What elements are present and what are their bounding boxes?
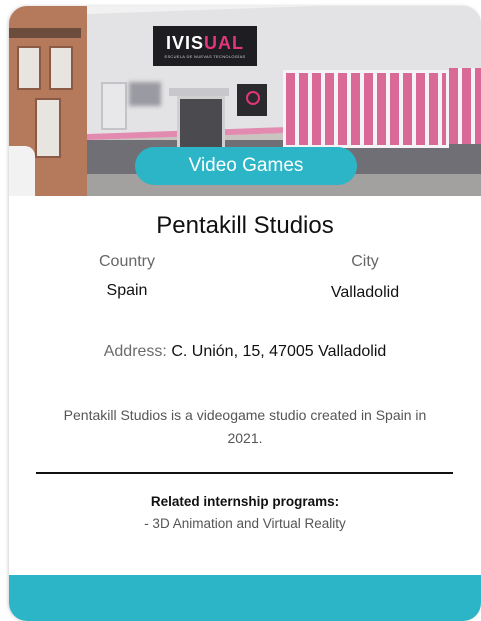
photo-shop-window — [449, 68, 481, 144]
photo-side-window — [101, 82, 127, 130]
company-title: Pentakill Studios — [156, 212, 334, 239]
school-sign: IVISUAL ESCUELA DE NUEVAS TECNOLOGÍAS — [153, 26, 257, 66]
related-program-item[interactable]: - 3D Animation and Virtual Reality — [9, 516, 481, 531]
company-description: Pentakill Studios is a videogame studio … — [63, 407, 427, 446]
country-value: Spain — [106, 282, 148, 299]
company-card: IVISUAL ESCUELA DE NUEVAS TECNOLOGÍAS Vi… — [9, 6, 481, 621]
photo-window — [17, 46, 41, 90]
photo-car — [9, 146, 35, 196]
section-divider — [36, 472, 453, 474]
city-value: Valladolid — [330, 284, 400, 301]
address-label: Address: — [103, 343, 167, 360]
sign-brand-part: IVIS — [165, 32, 204, 53]
photo-balcony — [9, 28, 81, 38]
address-value: C. Unión, 15, 47005 Valladolid — [171, 343, 387, 360]
photo-door-frame — [169, 88, 229, 96]
photo-shop-window — [283, 70, 449, 148]
category-badge[interactable]: Video Games — [135, 147, 357, 185]
photo-blurred-sign — [129, 82, 161, 106]
country-label: Country — [98, 253, 156, 270]
photo-window — [49, 46, 73, 90]
address-line: Address: C. Unión, 15, 47005 Valladolid — [9, 343, 481, 361]
city-label: City — [351, 253, 379, 270]
related-programs-title: Related internship programs: — [150, 494, 340, 509]
photo-door — [35, 98, 61, 158]
related-programs-list: - 3D Animation and Virtual Reality — [9, 516, 481, 531]
card-footer-bar — [9, 575, 481, 621]
sign-brand-part: UAL — [204, 32, 244, 53]
photo-small-sign — [237, 84, 267, 116]
sign-subtitle: ESCUELA DE NUEVAS TECNOLOGÍAS — [164, 53, 246, 59]
